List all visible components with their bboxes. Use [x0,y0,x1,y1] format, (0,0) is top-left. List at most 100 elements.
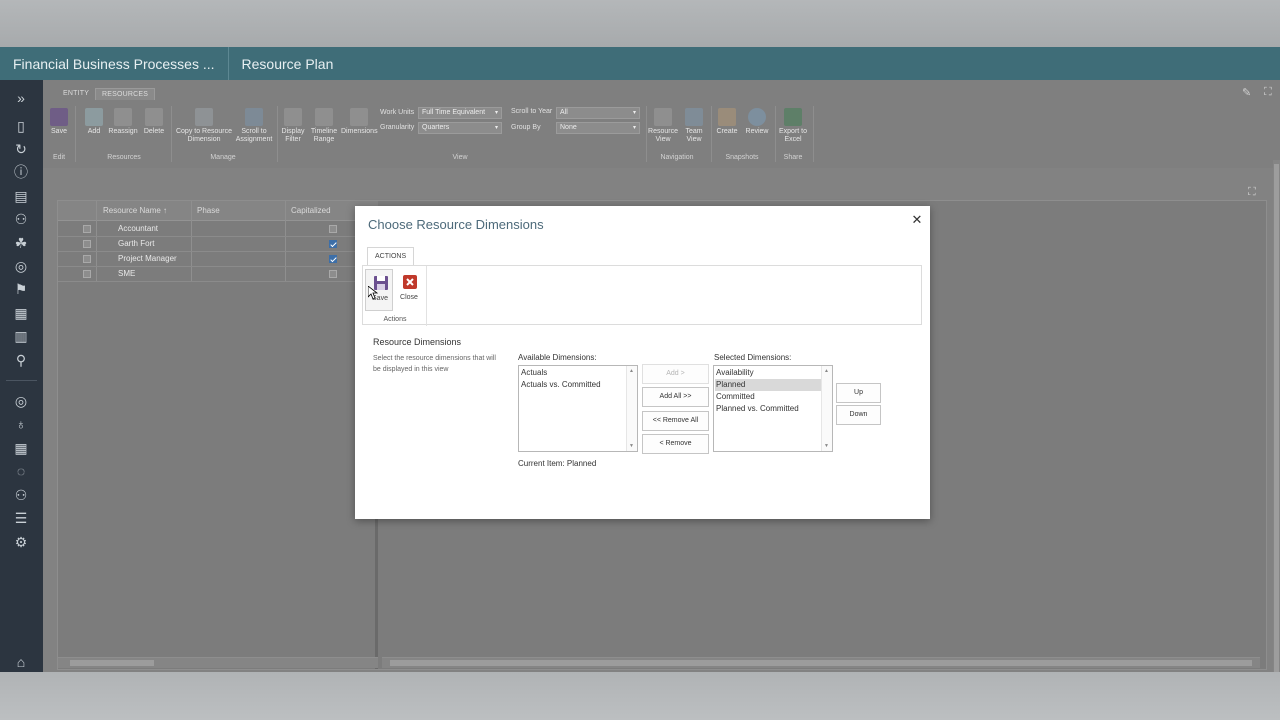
scrollbar-thumb[interactable] [390,660,1252,666]
user-icon[interactable]: ⚇ [11,485,31,505]
right-horizontal-scrollbar[interactable] [382,657,1260,668]
chevron-down-icon: ▾ [494,125,498,131]
home-icon[interactable]: ⌂ [11,652,31,672]
flag-icon[interactable]: ⚑ [11,279,31,299]
scroll-up-icon[interactable]: ▲ [629,368,634,374]
target-icon[interactable]: ◎ [11,256,31,276]
edit-page-icon[interactable]: ✎ [1242,86,1251,99]
expand-icon[interactable]: » [11,88,31,108]
list-item-selected[interactable]: Planned [715,379,821,391]
tab-entity[interactable]: ENTITY [57,88,95,99]
grid-icon[interactable]: ▦ [11,303,31,323]
ribbon-separator [171,106,172,162]
table-row[interactable]: SME [58,267,378,282]
info-icon[interactable]: ⓘ [11,162,31,182]
group-navigation-label: Navigation [660,154,694,161]
list-item[interactable]: Availability [715,367,821,379]
remove-button[interactable]: < Remove [642,434,709,454]
table-row[interactable]: Garth Fort [58,237,378,252]
review-snapshot-button[interactable]: Review [743,108,771,136]
create-snapshot-button[interactable]: Create [714,108,740,136]
move-up-button[interactable]: Up [836,383,881,403]
export-to-excel-button[interactable]: Export to Excel [777,108,809,144]
scroll-to-assignment-button[interactable]: Scroll to Assignment [235,108,273,144]
remove-all-button[interactable]: << Remove All [642,411,709,431]
dialog-close-button[interactable]: Close [395,269,423,311]
column-phase[interactable]: Phase [197,206,220,215]
target-icon-2[interactable]: ◎ [11,391,31,411]
fullscreen-icon[interactable]: ⛶ [1264,86,1272,99]
row-select-checkbox[interactable] [83,255,91,263]
team-view-button[interactable]: Team View [681,108,707,144]
list-scrollbar[interactable]: ▲ ▼ [626,366,637,451]
left-horizontal-scrollbar[interactable] [58,657,378,668]
reassign-button[interactable]: Reassign [108,108,138,136]
add-button[interactable]: Add > [642,364,709,384]
capitalized-checkbox[interactable] [329,255,337,263]
granularity-select[interactable]: Quarters ▾ [418,122,502,134]
page-icon[interactable]: ▯ [11,116,31,136]
group-by-select[interactable]: None ▾ [556,122,640,134]
group-edit-label: Edit [52,154,66,161]
capitalized-checkbox[interactable] [329,270,337,278]
delete-button[interactable]: Delete [142,108,166,136]
resource-view-button[interactable]: Resource View [647,108,679,144]
people-icon[interactable]: ⚇ [11,209,31,229]
expand-grid-icon[interactable]: ⛶ [1248,186,1256,199]
scrollbar-thumb[interactable] [1274,164,1279,720]
copy-icon [195,108,213,126]
row-select-checkbox[interactable] [83,225,91,233]
scroll-up-icon[interactable]: ▲ [824,368,829,374]
resource-view-icon [654,108,672,126]
column-resource-name[interactable]: Resource Name ↑ [103,206,167,215]
report-icon[interactable]: ▥ [11,326,31,346]
tab-resources[interactable]: RESOURCES [95,88,156,100]
capitalized-checkbox[interactable] [329,240,337,248]
scroll-down-icon[interactable]: ▼ [629,443,634,449]
row-select-checkbox[interactable] [83,270,91,278]
list-item[interactable]: Planned vs. Committed [715,403,821,415]
list-item[interactable]: Committed [715,391,821,403]
selected-dimensions-list[interactable]: Availability Planned Committed Planned v… [713,365,833,452]
move-down-button[interactable]: Down [836,405,881,425]
column-capitalized[interactable]: Capitalized [291,206,331,215]
timeline-range-button[interactable]: Timeline Range [309,108,339,144]
page-vertical-scrollbar[interactable] [1273,160,1280,720]
document-icon[interactable]: ▤ [11,186,31,206]
scroll-down-icon[interactable]: ▼ [824,443,829,449]
close-icon[interactable]: ✕ [910,213,924,227]
sync-icon[interactable]: ↻ [11,139,31,159]
list-item[interactable]: Actuals [520,367,626,379]
work-units-select[interactable]: Full Time Equivalent ▾ [418,107,502,119]
breadcrumb-financial-processes[interactable]: Financial Business Processes ... [0,56,228,72]
display-filter-button[interactable]: Display Filter [280,108,306,144]
team-icon[interactable]: ☘ [11,233,31,253]
capitalized-checkbox[interactable] [329,225,337,233]
add-button[interactable]: Add [83,108,105,136]
attachment-icon[interactable]: ⚲ [11,350,31,370]
nav-divider [6,380,37,381]
cycle-icon[interactable]: ◌ [11,461,31,481]
copy-to-resource-dimension-button[interactable]: Copy to Resource Dimension [175,108,233,144]
save-ribbon-button[interactable]: Save [48,108,70,136]
group-resources-label: Resources [107,154,141,161]
tab-actions[interactable]: ACTIONS [367,247,415,265]
available-dimensions-list[interactable]: Actuals Actuals vs. Committed ▲ ▼ [518,365,638,452]
table-row[interactable]: Accountant [58,222,378,237]
list-icon[interactable]: ☰ [11,508,31,528]
scrollbar-thumb[interactable] [70,660,154,666]
settings-icon[interactable]: ⚙ [11,532,31,552]
grid-left-pane: Resource Name ↑ Phase Capitalized Accoun… [58,201,378,669]
resource-name: Accountant [118,224,159,233]
dimensions-button[interactable]: Dimensions [341,108,378,136]
lightbulb-icon[interactable]: ♁ [11,414,31,434]
table-icon[interactable]: ▦ [11,438,31,458]
chevron-down-icon: ▾ [632,125,636,131]
table-row[interactable]: Project Manager [58,252,378,267]
list-scrollbar[interactable]: ▲ ▼ [821,366,832,451]
add-all-button[interactable]: Add All >> [642,387,709,407]
scroll-to-year-select[interactable]: All ▾ [556,107,640,119]
list-item[interactable]: Actuals vs. Committed [520,379,626,391]
row-select-checkbox[interactable] [83,240,91,248]
breadcrumb-resource-plan[interactable]: Resource Plan [229,56,347,72]
